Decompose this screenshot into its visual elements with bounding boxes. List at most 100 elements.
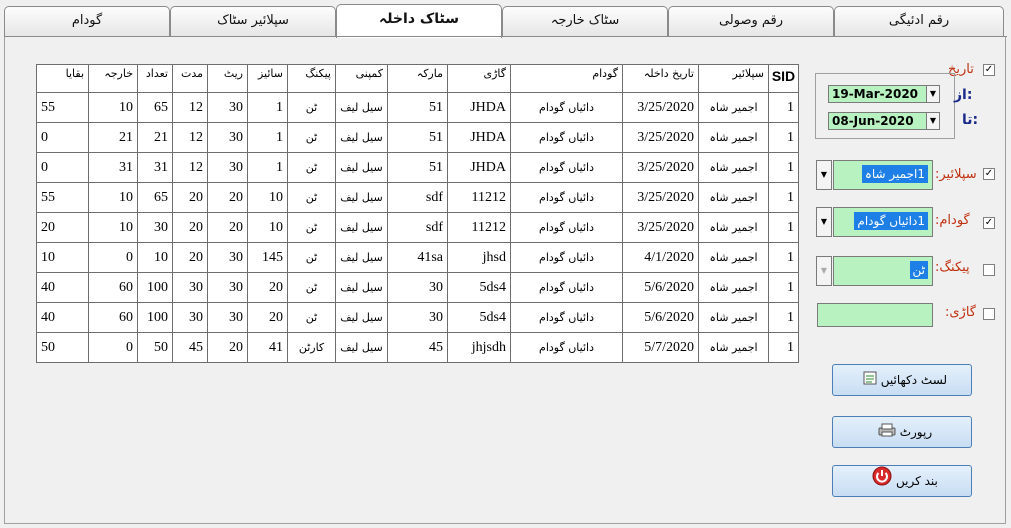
column-header-entry-date[interactable]: تاریخ داخلہ bbox=[622, 64, 699, 93]
column-header-supplier[interactable]: سپلائیر bbox=[698, 64, 769, 93]
supplier-combo[interactable]: 1اجمیر شاہ bbox=[833, 160, 933, 190]
column-header-rate[interactable]: ریٹ bbox=[207, 64, 248, 93]
show-list-button[interactable]: لسٹ دکھائیں bbox=[832, 364, 972, 396]
stock-in-grid[interactable]: بقایا خارجہ تعداد مدت ریٹ سائیز پیکنگ کمپنی مارک… bbox=[36, 64, 799, 363]
printer-icon bbox=[878, 418, 896, 448]
tab-supplier-stock[interactable]: سپلائیر سٹاک bbox=[170, 6, 336, 36]
cell-rate: 20 bbox=[207, 212, 248, 243]
column-header-balance[interactable]: بقایا bbox=[36, 64, 89, 93]
column-header-sid[interactable]: SID bbox=[768, 64, 799, 93]
cell-balance: 55 bbox=[36, 182, 89, 213]
table-row[interactable]: 40 60 100 30 30 20 ٹن سیل لیف 30 5ds4 دائیاں گودام… bbox=[36, 302, 799, 333]
cell-size: 145 bbox=[247, 242, 288, 273]
cell-packing: ٹن bbox=[287, 182, 336, 213]
cell-sid: 1 bbox=[768, 212, 799, 243]
cell-outgoing: 21 bbox=[88, 122, 138, 153]
vehicle-field[interactable] bbox=[817, 303, 933, 327]
cell-packing: ٹن bbox=[287, 242, 336, 273]
table-row[interactable]: 55 10 65 12 30 1 ٹن سیل لیف 51 JHDA دائیاں گودام 3/… bbox=[36, 92, 799, 123]
column-header-marka[interactable]: مارکہ bbox=[387, 64, 448, 93]
cell-supplier: اجمیر شاہ bbox=[698, 242, 769, 273]
cell-quantity: 21 bbox=[137, 122, 173, 153]
cell-vehicle: 11212 bbox=[447, 182, 511, 213]
report-button[interactable]: رپورٹ bbox=[832, 416, 972, 448]
column-header-outgoing[interactable]: خارجہ bbox=[88, 64, 138, 93]
packing-combo[interactable]: ٹن bbox=[833, 256, 933, 286]
cell-duration: 20 bbox=[172, 182, 208, 213]
cell-duration: 45 bbox=[172, 332, 208, 363]
close-button[interactable]: بند کریں bbox=[832, 465, 972, 497]
table-row[interactable]: 55 10 65 20 20 10 ٹن سیل لیف sdf 11212 دائیاں گودا… bbox=[36, 182, 799, 213]
cell-rate: 30 bbox=[207, 302, 248, 333]
table-row[interactable]: 10 0 10 20 30 145 ٹن سیل لیف 41sa jhsd دائیاں گودا… bbox=[36, 242, 799, 273]
column-header-vehicle[interactable]: گاڑی bbox=[447, 64, 511, 93]
cell-company: سیل لیف bbox=[335, 92, 388, 123]
from-date-field[interactable]: 19-Mar-2020 bbox=[828, 85, 940, 103]
warehouse-combo[interactable]: 1دائیاں گودام bbox=[833, 207, 933, 237]
cell-marka: 51 bbox=[387, 92, 448, 123]
cell-company: سیل لیف bbox=[335, 212, 388, 243]
packing-value: ٹن bbox=[909, 261, 928, 279]
cell-supplier: اجمیر شاہ bbox=[698, 332, 769, 363]
cell-supplier: اجمیر شاہ bbox=[698, 182, 769, 213]
cell-quantity: 100 bbox=[137, 302, 173, 333]
cell-size: 1 bbox=[247, 152, 288, 183]
column-header-packing[interactable]: پیکنگ bbox=[287, 64, 336, 93]
from-date-dropdown[interactable]: ▼ bbox=[926, 85, 940, 103]
column-header-quantity[interactable]: تعداد bbox=[137, 64, 173, 93]
tab-strip: رقم ادئیگی رقم وصولی سٹاک خارجہ سٹاک داخ… bbox=[0, 0, 1011, 38]
cell-company: سیل لیف bbox=[335, 182, 388, 213]
tab-warehouse[interactable]: گودام bbox=[4, 6, 170, 36]
cell-outgoing: 60 bbox=[88, 272, 138, 303]
tab-payments[interactable]: رقم ادئیگی bbox=[834, 6, 1004, 36]
packing-dropdown-button[interactable]: ▼ bbox=[816, 256, 832, 286]
column-header-company[interactable]: کمپنی bbox=[335, 64, 388, 93]
cell-duration: 12 bbox=[172, 122, 208, 153]
cell-packing: ٹن bbox=[287, 212, 336, 243]
cell-balance: 40 bbox=[36, 272, 89, 303]
cell-size: 10 bbox=[247, 212, 288, 243]
tab-stock-out[interactable]: سٹاک خارجہ bbox=[502, 6, 668, 36]
cell-entry-date: 3/25/2020 bbox=[622, 182, 699, 213]
cell-rate: 20 bbox=[207, 332, 248, 363]
cell-vehicle: 5ds4 bbox=[447, 302, 511, 333]
tab-stock-in[interactable]: سٹاک داخلہ bbox=[336, 4, 502, 38]
table-row[interactable]: 50 0 50 45 20 41 کارٹن سیل لیف 45 jhjsdh دائیاں گو… bbox=[36, 332, 799, 363]
cell-size: 20 bbox=[247, 272, 288, 303]
warehouse-filter-checkbox[interactable]: ✓ bbox=[983, 217, 995, 229]
cell-warehouse: دائیاں گودام bbox=[510, 92, 623, 123]
supplier-dropdown-button[interactable]: ▼ bbox=[816, 160, 832, 190]
cell-warehouse: دائیاں گودام bbox=[510, 272, 623, 303]
table-row[interactable]: 0 21 21 12 30 1 ٹن سیل لیف 51 JHDA دائیاں گودام 3/2… bbox=[36, 122, 799, 153]
cell-warehouse: دائیاں گودام bbox=[510, 332, 623, 363]
cell-packing: کارٹن bbox=[287, 332, 336, 363]
cell-size: 1 bbox=[247, 92, 288, 123]
table-row[interactable]: 20 10 30 20 20 10 ٹن سیل لیف sdf 11212 دائیاں گودا… bbox=[36, 212, 799, 243]
cell-supplier: اجمیر شاہ bbox=[698, 212, 769, 243]
to-date-dropdown[interactable]: ▼ bbox=[926, 112, 940, 130]
tab-receipts[interactable]: رقم وصولی bbox=[668, 6, 834, 36]
cell-supplier: اجمیر شاہ bbox=[698, 152, 769, 183]
table-row[interactable]: 0 31 31 12 30 1 ٹن سیل لیف 51 JHDA دائیاں گودام 3/2… bbox=[36, 152, 799, 183]
list-icon bbox=[863, 366, 877, 396]
vehicle-label: گاڑی: bbox=[945, 305, 976, 320]
column-header-size[interactable]: سائیز bbox=[247, 64, 288, 93]
cell-marka: 51 bbox=[387, 152, 448, 183]
warehouse-dropdown-button[interactable]: ▼ bbox=[816, 207, 832, 237]
supplier-value: 1اجمیر شاہ bbox=[861, 165, 928, 183]
column-header-duration[interactable]: مدت bbox=[172, 64, 208, 93]
date-filter-checkbox[interactable]: ✓ bbox=[983, 64, 995, 76]
power-icon bbox=[872, 466, 892, 497]
table-row[interactable]: 40 60 100 30 30 20 ٹن سیل لیف 30 5ds4 دائیاں گودام… bbox=[36, 272, 799, 303]
packing-filter-checkbox[interactable] bbox=[983, 264, 995, 276]
supplier-filter-checkbox[interactable]: ✓ bbox=[983, 168, 995, 180]
vehicle-filter-checkbox[interactable] bbox=[983, 308, 995, 320]
cell-outgoing: 10 bbox=[88, 92, 138, 123]
to-date-field[interactable]: 08-Jun-2020 bbox=[828, 112, 940, 130]
cell-duration: 30 bbox=[172, 302, 208, 333]
cell-balance: 0 bbox=[36, 152, 89, 183]
cell-sid: 1 bbox=[768, 302, 799, 333]
column-header-warehouse[interactable]: گودام bbox=[510, 64, 623, 93]
cell-warehouse: دائیاں گودام bbox=[510, 242, 623, 273]
cell-outgoing: 60 bbox=[88, 302, 138, 333]
